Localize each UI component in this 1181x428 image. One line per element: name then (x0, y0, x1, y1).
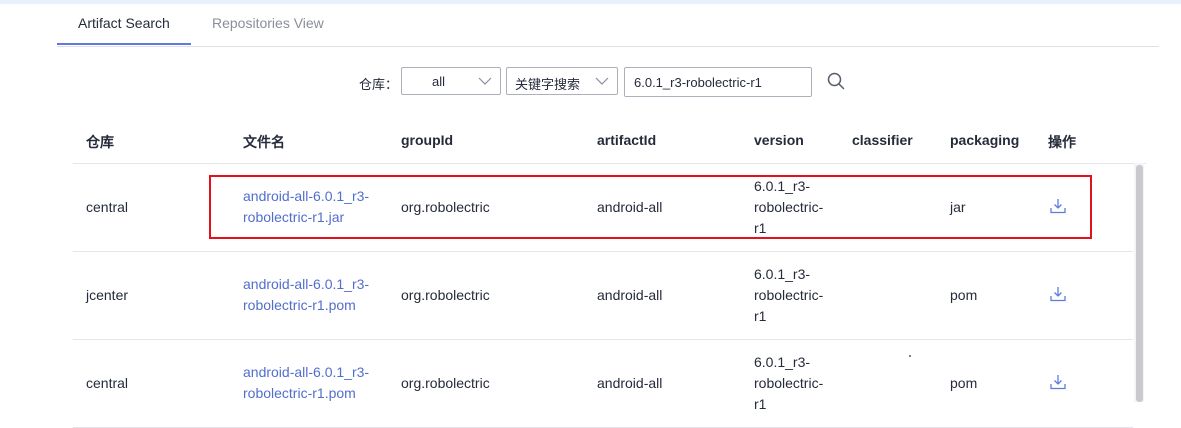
filename-line: android-all-6.0.1_r3- (243, 188, 370, 204)
filename-line: robolectric-r1.jar (243, 209, 345, 225)
version-line: robolectric- (754, 287, 824, 303)
search-input[interactable] (624, 67, 812, 97)
filename-line: android-all-6.0.1_r3- (243, 276, 370, 292)
version-line: robolectric- (754, 199, 824, 215)
search-bar: 仓库： all 关键字搜索 (0, 66, 1181, 98)
download-icon[interactable] (1049, 197, 1067, 215)
groupid-cell: org.robolectric (401, 287, 490, 303)
version-line: robolectric- (754, 375, 824, 391)
packaging-cell: jar (950, 199, 966, 215)
column-header-version: version (754, 132, 804, 148)
repo-select-value: all (432, 74, 446, 89)
filename-line: robolectric-r1.pom (243, 297, 356, 313)
table-row: central android-all-6.0.1_r3- robolectri… (73, 340, 1133, 428)
search-type-value: 关键字搜索 (515, 77, 581, 92)
download-icon[interactable] (1049, 285, 1067, 303)
table-header: 仓库 文件名 groupId artifactId version classi… (73, 118, 1146, 164)
table-row: jcenter android-all-6.0.1_r3- robolectri… (73, 252, 1133, 340)
version-cell: 6.0.1_r3- robolectric- r1 (754, 352, 823, 415)
chevron-down-icon (478, 77, 492, 85)
filename-link[interactable]: android-all-6.0.1_r3- robolectric-r1.jar (243, 186, 369, 228)
packaging-cell: pom (950, 375, 978, 391)
groupid-cell: org.robolectric (401, 375, 490, 391)
column-header-classifier: classifier (852, 132, 913, 148)
column-header-artifactid: artifactId (597, 132, 657, 148)
repo-cell: central (86, 375, 129, 391)
packaging-cell: pom (950, 287, 978, 303)
tab-bar: Artifact Search Repositories View (57, 0, 1159, 47)
chevron-down-icon (595, 77, 609, 85)
filename-link[interactable]: android-all-6.0.1_r3- robolectric-r1.pom (243, 362, 369, 404)
version-line: 6.0.1_r3- (754, 266, 811, 282)
search-icon[interactable] (826, 71, 846, 91)
version-cell: 6.0.1_r3- robolectric- r1 (754, 176, 823, 239)
column-header-actions: 操作 (1048, 134, 1076, 150)
search-type-select[interactable]: 关键字搜索 (506, 67, 618, 95)
version-line: r1 (754, 220, 767, 236)
column-header-filename: 文件名 (243, 134, 285, 150)
repo-cell: jcenter (86, 287, 129, 303)
repo-label: 仓库： (359, 77, 399, 92)
version-line: r1 (754, 396, 767, 412)
filename-line: robolectric-r1.pom (243, 385, 356, 401)
scrollbar-thumb[interactable] (1136, 165, 1143, 402)
groupid-cell: org.robolectric (401, 199, 490, 215)
cursor-dot (909, 355, 911, 357)
filename-link[interactable]: android-all-6.0.1_r3- robolectric-r1.pom (243, 274, 369, 316)
artifactid-cell: android-all (597, 287, 663, 303)
active-tab-indicator (57, 43, 191, 45)
version-cell: 6.0.1_r3- robolectric- r1 (754, 264, 823, 327)
repo-select[interactable]: all (401, 67, 501, 95)
artifactid-cell: android-all (597, 375, 663, 391)
tab-artifact-search[interactable]: Artifact Search (78, 15, 170, 46)
column-header-repo: 仓库 (86, 134, 114, 150)
filename-line: android-all-6.0.1_r3- (243, 364, 370, 380)
table-row: central android-all-6.0.1_r3- robolectri… (73, 164, 1133, 252)
version-line: 6.0.1_r3- (754, 354, 811, 370)
version-line: r1 (754, 308, 767, 324)
version-line: 6.0.1_r3- (754, 178, 811, 194)
column-header-groupid: groupId (401, 132, 454, 148)
column-header-packaging: packaging (950, 132, 1020, 148)
tab-repositories-view[interactable]: Repositories View (212, 15, 324, 46)
repo-cell: central (86, 199, 129, 215)
artifactid-cell: android-all (597, 199, 663, 215)
download-icon[interactable] (1049, 373, 1067, 391)
